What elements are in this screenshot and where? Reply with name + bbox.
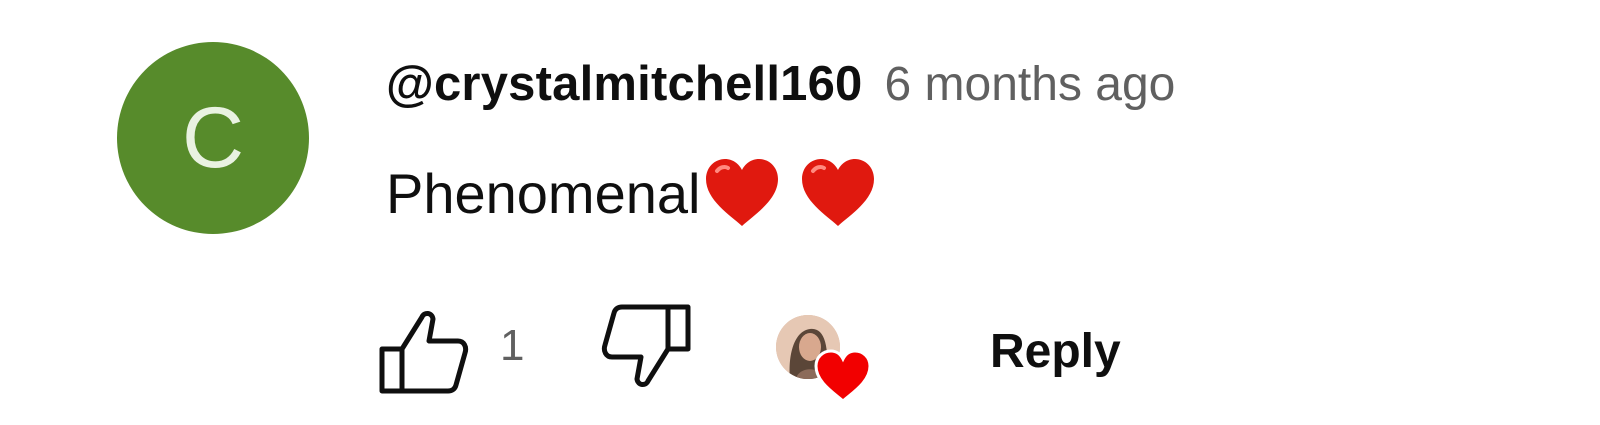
red-heart-icon [706,159,779,226]
thumb-down-icon [601,304,691,387]
author-name[interactable]: @crystalmitchell160 [386,56,863,112]
like-button[interactable] [376,305,472,397]
red-heart-icon [802,159,875,226]
like-count: 1 [500,321,525,370]
comment-header: @crystalmitchell160 6 months ago [386,56,1175,120]
comment-thread: C @crystalmitchell160 6 months ago Pheno… [0,0,1600,425]
comment-time[interactable]: 6 months ago [885,57,1176,112]
comment-text: Phenomenal [386,153,876,233]
heart-icon [814,349,872,403]
creator-heart[interactable] [776,315,872,407]
comment-action-bar: 1 Reply [376,304,1276,403]
reply-button[interactable]: Reply [984,319,1127,383]
comment-body: Phenomenal [386,161,701,225]
dislike-button[interactable] [598,301,694,393]
avatar[interactable]: C [117,42,309,234]
thumb-up-icon [379,311,469,394]
